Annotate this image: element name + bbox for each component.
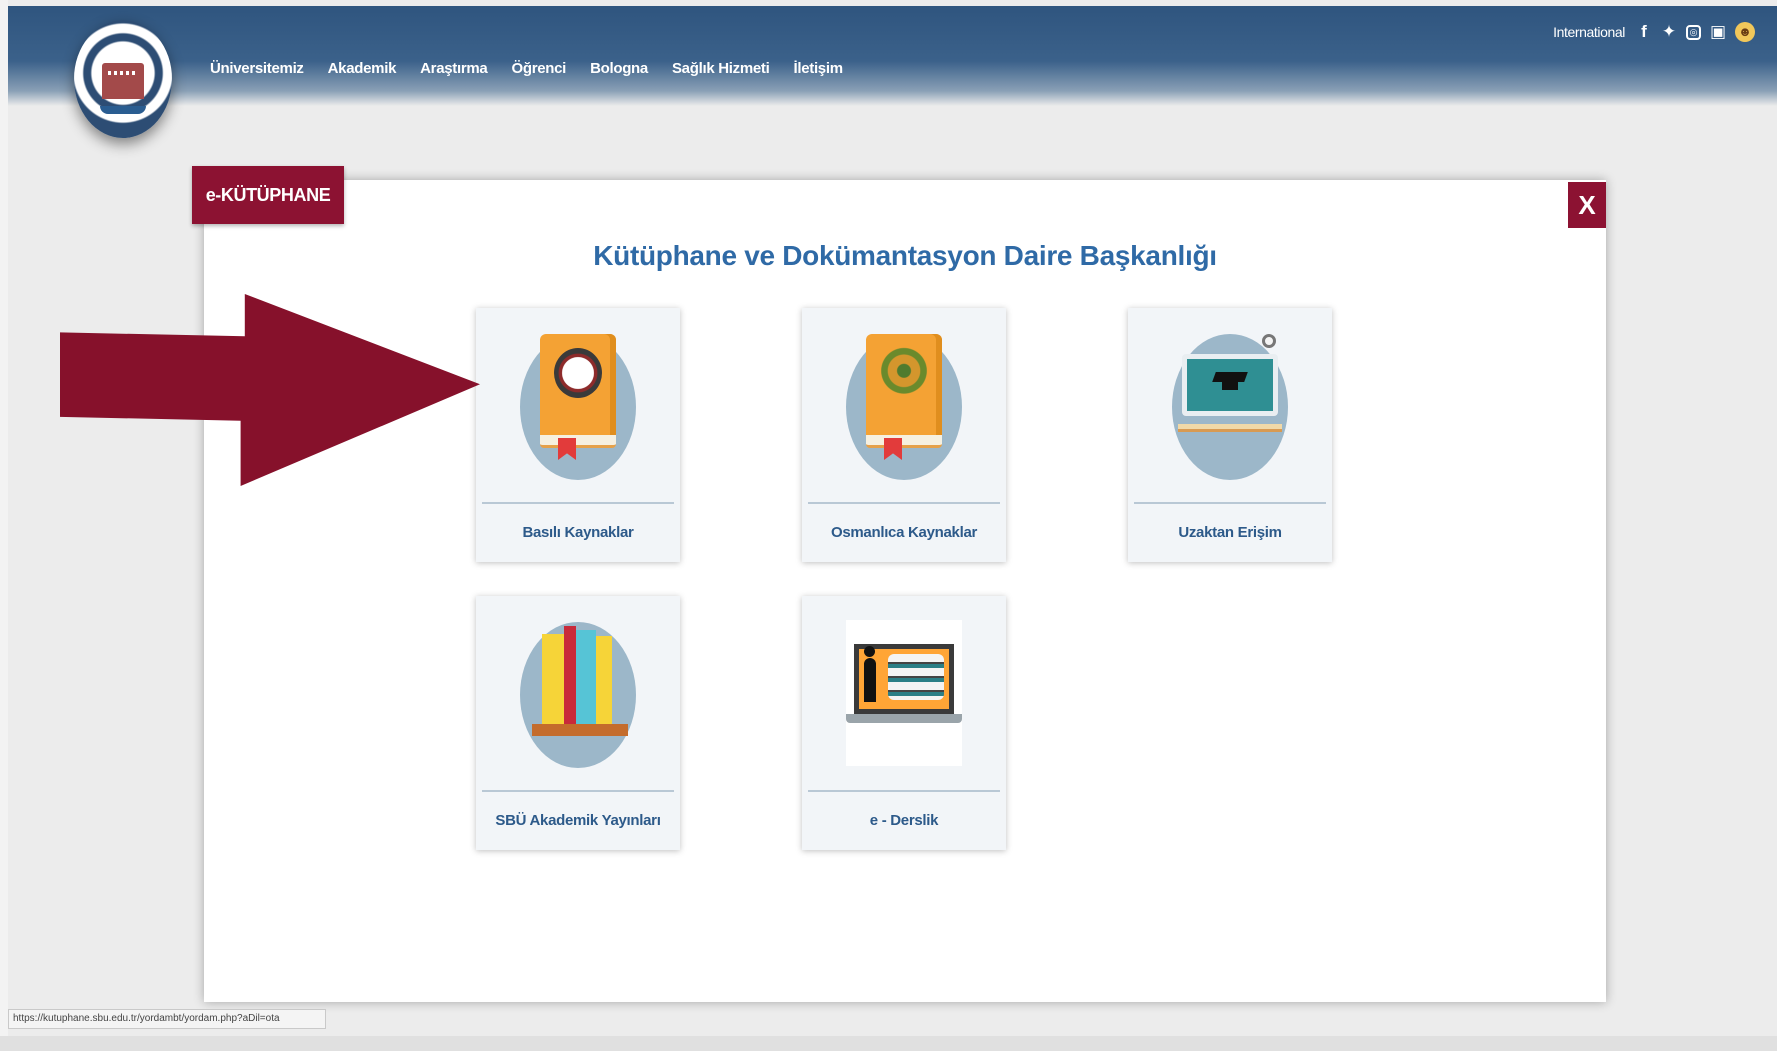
graduation-cap-base-icon (1222, 380, 1238, 390)
card-divider (1134, 502, 1326, 504)
youtube-icon[interactable]: ▣ (1710, 22, 1726, 42)
card-label: SBÜ Akademik Yayınları (495, 812, 661, 829)
card-divider (482, 502, 674, 504)
twitter-icon[interactable]: ✦ (1661, 22, 1677, 42)
nav-bologna[interactable]: Bologna (590, 60, 648, 77)
status-bar-url: https://kutuphane.sbu.edu.tr/yordambt/yo… (8, 1009, 326, 1029)
window-edge (0, 0, 8, 1051)
laptop-base-icon (846, 714, 962, 723)
university-logo[interactable] (74, 20, 172, 138)
card-label: Osmanlıca Kaynaklar (830, 524, 978, 541)
close-button[interactable]: X (1568, 182, 1606, 228)
card-divider (482, 790, 674, 792)
gear-icon (1262, 334, 1276, 348)
logo-building-icon (102, 63, 144, 99)
library-modal (204, 180, 1606, 1002)
shelf-icon (532, 724, 628, 736)
main-nav: Üniversitemiz Akademik Araştırma Öğrenci… (210, 60, 867, 77)
bottom-strip (0, 1036, 1777, 1051)
international-link[interactable]: International (1553, 24, 1625, 40)
ottoman-coat-of-arms-icon (876, 346, 932, 408)
card-e-derslik[interactable]: e - Derslik (802, 596, 1006, 850)
instagram-icon[interactable]: ◎ (1686, 24, 1701, 40)
book-stack-icon (888, 654, 944, 700)
university-emblem-icon (554, 348, 602, 398)
card-uzaktan-erisim[interactable]: Uzaktan Erişim (1128, 308, 1332, 562)
nav-universitemiz[interactable]: Üniversitemiz (210, 60, 304, 77)
social-links: International f ✦ ◎ ▣ ☻ (1553, 22, 1755, 42)
open-book-icon (1178, 424, 1282, 432)
profile-icon[interactable]: ☻ (1735, 22, 1755, 42)
card-label: e - Derslik (869, 812, 939, 829)
nav-arastirma[interactable]: Araştırma (420, 60, 488, 77)
card-divider (808, 790, 1000, 792)
nav-saglik-hizmeti[interactable]: Sağlık Hizmeti (672, 60, 770, 77)
e-kutuphane-tab: e-KÜTÜPHANE (192, 166, 344, 224)
site-header: Üniversitemiz Akademik Araştırma Öğrenci… (8, 6, 1777, 106)
nav-iletisim[interactable]: İletişim (793, 60, 843, 77)
card-osmanlica-kaynaklar[interactable]: Osmanlıca Kaynaklar (802, 308, 1006, 562)
nav-akademik[interactable]: Akademik (328, 60, 397, 77)
books-shelf-icon (542, 622, 618, 726)
logo-water-icon (100, 106, 146, 114)
teacher-icon (864, 646, 876, 702)
card-label: Basılı Kaynaklar (522, 524, 634, 541)
facebook-icon[interactable]: f (1636, 22, 1652, 42)
card-divider (808, 502, 1000, 504)
card-sbu-akademik-yayinlari[interactable]: SBÜ Akademik Yayınları (476, 596, 680, 850)
card-basili-kaynaklar[interactable]: Basılı Kaynaklar (476, 308, 680, 562)
nav-ogrenci[interactable]: Öğrenci (511, 60, 566, 77)
modal-title: Kütüphane ve Dokümantasyon Daire Başkanl… (593, 240, 1217, 271)
card-label: Uzaktan Erişim (1178, 524, 1282, 541)
